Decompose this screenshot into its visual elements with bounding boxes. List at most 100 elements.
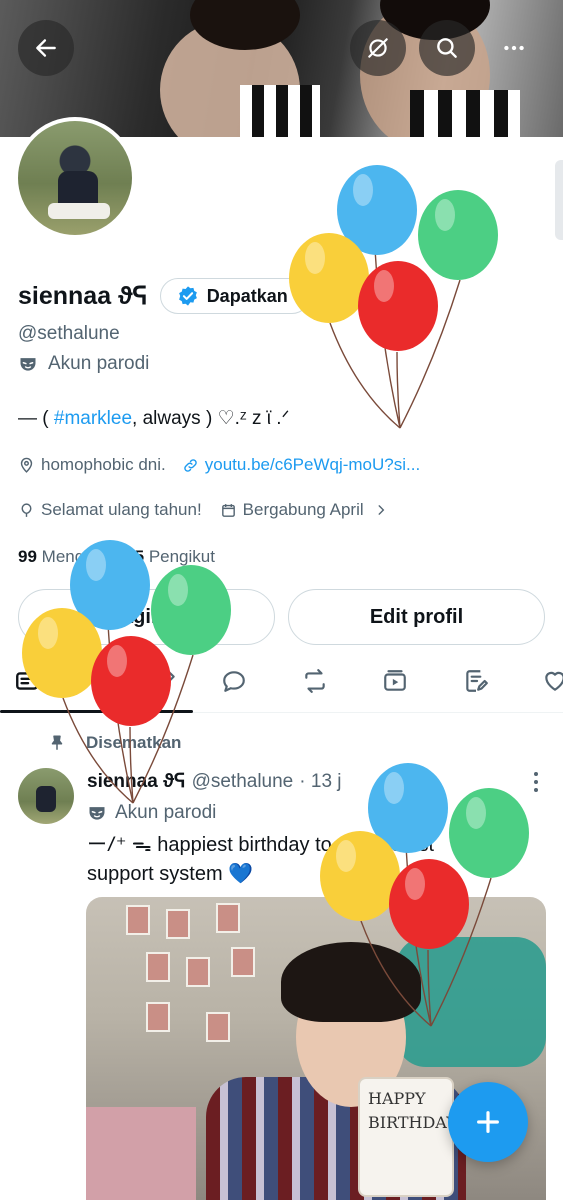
- followers-stat[interactable]: 95 Pengikut: [125, 547, 215, 566]
- banner-photo-shirt: [410, 90, 520, 137]
- wall-photo: [126, 905, 150, 935]
- search-icon: [437, 38, 457, 58]
- balloon-green: [418, 190, 498, 280]
- article-icon: [466, 670, 488, 692]
- following-count: 99: [18, 547, 37, 566]
- arrow-left-icon: [36, 39, 56, 57]
- website-item[interactable]: youtu.be/c6PeWqj-moU?si...: [182, 455, 420, 475]
- following-label: Mengikuti: [41, 547, 115, 566]
- heart-icon: [545, 671, 563, 691]
- birthday-text: Selamat ulang tahun!: [41, 500, 202, 519]
- wall-photo: [216, 903, 240, 933]
- cake-text: BIRTHDAY: [368, 1113, 457, 1132]
- edit-profile-button[interactable]: Edit profil: [288, 589, 545, 645]
- cake-text: HAPPY: [368, 1089, 426, 1108]
- get-verified-button[interactable]: Dapatkan: [159, 278, 310, 314]
- followers-label: Pengikut: [148, 547, 215, 566]
- profile-meta-row-2: Selamat ulang tahun! Bergabung April: [18, 500, 388, 520]
- grok-icon: [368, 38, 388, 58]
- compose-button[interactable]: [448, 1082, 528, 1162]
- parody-label: Akun parodi: [48, 353, 150, 374]
- link-icon: [183, 458, 197, 472]
- post-author-avatar[interactable]: [18, 768, 74, 824]
- post-more-icon[interactable]: [526, 770, 546, 794]
- tab-articles[interactable]: [461, 666, 491, 696]
- profile-handle: @sethalune: [18, 323, 120, 344]
- share-profile-button[interactable]: Bagikan: [18, 589, 275, 645]
- wall-photo: [231, 947, 255, 977]
- profile-name: siennaa ϑᕋ: [18, 282, 148, 310]
- pinned-indicator: Disematkan: [48, 733, 181, 753]
- website-link[interactable]: youtu.be/c6PeWqj-moU?si...: [205, 455, 420, 475]
- edit-profile-label: Edit profil: [369, 605, 464, 628]
- location-item: homophobic dni.: [18, 455, 166, 475]
- calendar-icon: [221, 503, 235, 517]
- pinned-label: Disematkan: [86, 733, 182, 752]
- profile-meta-row: homophobic dni. youtu.be/c6PeWqj-moU?si.…: [18, 455, 420, 475]
- post-text-line: support system 💙: [87, 863, 254, 885]
- profile-banner: [0, 0, 563, 137]
- followers-count: 95: [125, 547, 145, 566]
- get-verified-label: Dapatkan: [206, 285, 288, 306]
- tab-reposts[interactable]: [300, 666, 330, 696]
- post-header: siennaa ϑᕋ @sethalune · 13 j: [87, 770, 342, 793]
- search-button[interactable]: [419, 20, 475, 76]
- avatar-figure: [36, 786, 56, 812]
- location-pin-icon: [20, 457, 33, 473]
- video-icon: [384, 670, 406, 691]
- chevron-right-icon: [378, 505, 384, 515]
- tab-media[interactable]: [380, 666, 410, 696]
- balloon-red: [358, 261, 438, 351]
- post-parody-label: Akun parodi: [115, 802, 217, 823]
- profile-bio: — ( #marklee, always ) ♡.ᶻ z ϊ .ᐟ: [18, 407, 290, 430]
- birthday-item: Selamat ulang tahun!: [18, 500, 202, 520]
- mask-icon: [20, 358, 36, 371]
- joined-text: Bergabung April: [242, 500, 364, 519]
- post-text[interactable]: ーⳆ⁺ ᯓ happiest birthday to my bestest su…: [87, 831, 547, 889]
- post-time[interactable]: · 13 j: [299, 771, 341, 793]
- share-profile-label: Bagikan: [107, 605, 186, 628]
- wall-photo: [206, 1012, 230, 1042]
- more-button[interactable]: [486, 20, 542, 76]
- location-text: homophobic dni.: [41, 455, 166, 474]
- post-parody-row: Akun parodi: [87, 802, 216, 824]
- joined-item[interactable]: Bergabung April: [220, 500, 388, 520]
- following-stat[interactable]: 99 Mengikuti: [18, 547, 114, 566]
- profile-avatar[interactable]: [14, 117, 136, 239]
- wall-photo: [146, 1002, 170, 1032]
- profile-tabs: [0, 658, 563, 713]
- person-hair: [281, 942, 421, 1022]
- bio-prefix: — (: [18, 408, 54, 429]
- post-author-handle[interactable]: @sethalune: [192, 771, 294, 793]
- balloon-blue: [337, 165, 417, 255]
- banner-photo-shirt: [240, 85, 320, 137]
- wall-photo: [186, 957, 210, 987]
- profile-name-row: siennaa ϑᕋ Dapatkan: [18, 278, 310, 314]
- birthday-cake: HAPPY BIRTHDAY: [358, 1077, 457, 1197]
- tab-replies-partial[interactable]: [150, 666, 180, 696]
- bio-hashtag-link[interactable]: #marklee: [54, 408, 132, 429]
- back-button[interactable]: [18, 20, 74, 76]
- pin-icon: [51, 735, 63, 750]
- reply-icon: [223, 671, 245, 692]
- side-panel-handle[interactable]: [555, 160, 563, 240]
- post-author-name[interactable]: siennaa ϑᕋ: [87, 770, 186, 793]
- tab-posts[interactable]: [12, 666, 42, 696]
- parody-label-row: Akun parodi: [18, 353, 149, 375]
- follow-stats: 99 Mengikuti 95 Pengikut: [18, 547, 215, 567]
- verified-badge-icon: [178, 286, 197, 306]
- avatar-figure-legs: [48, 203, 110, 219]
- tab-likes[interactable]: [540, 666, 563, 696]
- wall-photo: [146, 952, 170, 982]
- edit-icon: [156, 671, 175, 690]
- bio-suffix: , always ) ♡.ᶻ z ϊ .ᐟ: [132, 408, 290, 429]
- pillow: [86, 1107, 196, 1200]
- active-tab-indicator: [0, 710, 193, 713]
- plus-icon: [477, 1111, 499, 1133]
- grok-button[interactable]: [350, 20, 406, 76]
- tab-replies[interactable]: [219, 666, 249, 696]
- mask-icon: [89, 807, 105, 820]
- wall-photo: [166, 909, 190, 939]
- balloon-decoration: [289, 165, 498, 429]
- repost-icon: [305, 669, 325, 693]
